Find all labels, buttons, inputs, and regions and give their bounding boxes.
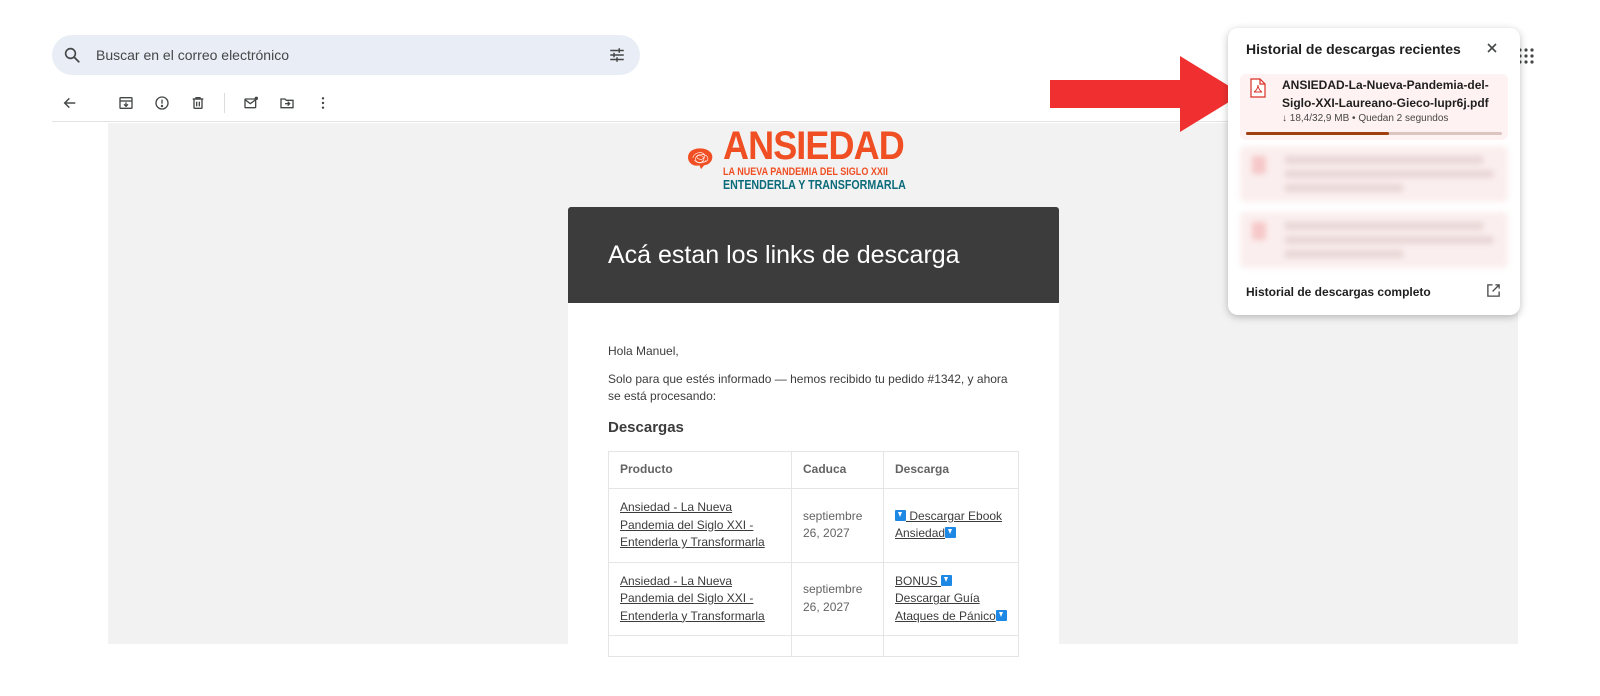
filter-sliders-icon[interactable] (606, 44, 628, 66)
download-progress-bar (1246, 132, 1502, 135)
email-header-banner: Acá estan los links de descarga (568, 207, 1059, 303)
product-link[interactable]: Ansiedad - La Nueva Pandemia del Siglo X… (620, 574, 765, 623)
download-cell: BONUS Descargar Guía Ataques de Pánico (883, 561, 1019, 636)
expires-cell: septiembre 26, 2027 (791, 488, 884, 563)
open-external-icon[interactable] (1486, 283, 1502, 299)
email-body: Hola Manuel, Solo para que estés informa… (568, 303, 1059, 657)
downloads-panel: Historial de descargas recientes ANSIEDA… (1228, 28, 1520, 315)
logo-subtitle-2: ENTENDERLA Y TRANSFORMARLA (723, 177, 906, 192)
product-link[interactable]: Ansiedad - La Nueva Pandemia del Siglo X… (620, 500, 765, 549)
download-prefix: BONUS (895, 573, 942, 588)
table-row: Ansiedad - La Nueva Pandemia del Siglo X… (608, 488, 1019, 563)
column-header-expires: Caduca (791, 451, 884, 489)
toolbar-divider (224, 92, 225, 113)
back-arrow-icon[interactable] (52, 85, 88, 121)
product-cell: Ansiedad - La Nueva Pandemia del Siglo X… (608, 488, 792, 563)
download-item-active[interactable]: ANSIEDAD-La-Nueva-Pandemia-del-Siglo-XXI… (1240, 74, 1508, 140)
downloads-panel-title: Historial de descargas recientes (1246, 41, 1461, 57)
download-arrow-icon (995, 609, 1007, 621)
download-file-name: ANSIEDAD-La-Nueva-Pandemia-del-Siglo-XXI… (1282, 78, 1489, 110)
download-arrow-icon (941, 574, 953, 586)
mark-unread-icon[interactable] (233, 85, 269, 121)
email-header-title: Acá estan los links de descarga (608, 240, 960, 269)
table-row (608, 635, 1019, 657)
search-bar[interactable]: Buscar en el correo electrónico (52, 35, 640, 75)
close-icon[interactable] (1484, 40, 1500, 56)
download-progress-fill (1246, 132, 1390, 135)
archive-icon[interactable] (108, 85, 144, 121)
table-row: Ansiedad - La Nueva Pandemia del Siglo X… (608, 561, 1019, 636)
download-status: ↓ 18,4/32,9 MB • Quedan 2 segundos (1282, 113, 1449, 124)
logo-title: ANSIEDAD (723, 124, 905, 168)
download-arrow-icon (895, 509, 906, 521)
download-item-blurred[interactable] (1240, 146, 1508, 202)
expires-cell: septiembre 26, 2027 (791, 561, 884, 636)
download-item-blurred[interactable] (1240, 212, 1508, 268)
delete-icon[interactable] (180, 85, 216, 121)
greeting: Hola Manuel, (608, 344, 679, 358)
downloads-heading: Descargas (608, 419, 684, 436)
download-arrow-icon (945, 527, 957, 539)
full-download-history-link[interactable]: Historial de descargas completo (1246, 285, 1431, 299)
more-vert-icon[interactable] (305, 85, 341, 121)
download-bonus-link[interactable]: BONUS Descargar Guía Ataques de Pánico (895, 574, 1007, 623)
order-intro: Solo para que estés informado — hemos re… (608, 372, 1008, 403)
red-arrow-annotation (1050, 56, 1242, 132)
head-scribble-icon (688, 148, 713, 170)
search-input[interactable]: Buscar en el correo electrónico (96, 47, 606, 63)
pdf-file-icon (1250, 78, 1266, 98)
move-to-icon[interactable] (269, 85, 305, 121)
product-cell: Ansiedad - La Nueva Pandemia del Siglo X… (608, 561, 792, 636)
column-header-download: Descarga (883, 451, 1019, 489)
table-header-row: Producto Caduca Descarga (608, 451, 1019, 489)
report-spam-icon[interactable] (144, 85, 180, 121)
ansiedad-logo: ANSIEDAD LA NUEVA PANDEMIA DEL SIGLO XXI… (686, 126, 946, 192)
download-ebook-link[interactable]: Descargar Ebook Ansiedad (895, 509, 1002, 540)
download-cell: Descargar Ebook Ansiedad (883, 488, 1019, 563)
column-header-product: Producto (608, 451, 792, 489)
search-icon[interactable] (62, 45, 82, 65)
downloads-table: Producto Caduca Descarga Ansiedad - La N… (608, 451, 1019, 657)
